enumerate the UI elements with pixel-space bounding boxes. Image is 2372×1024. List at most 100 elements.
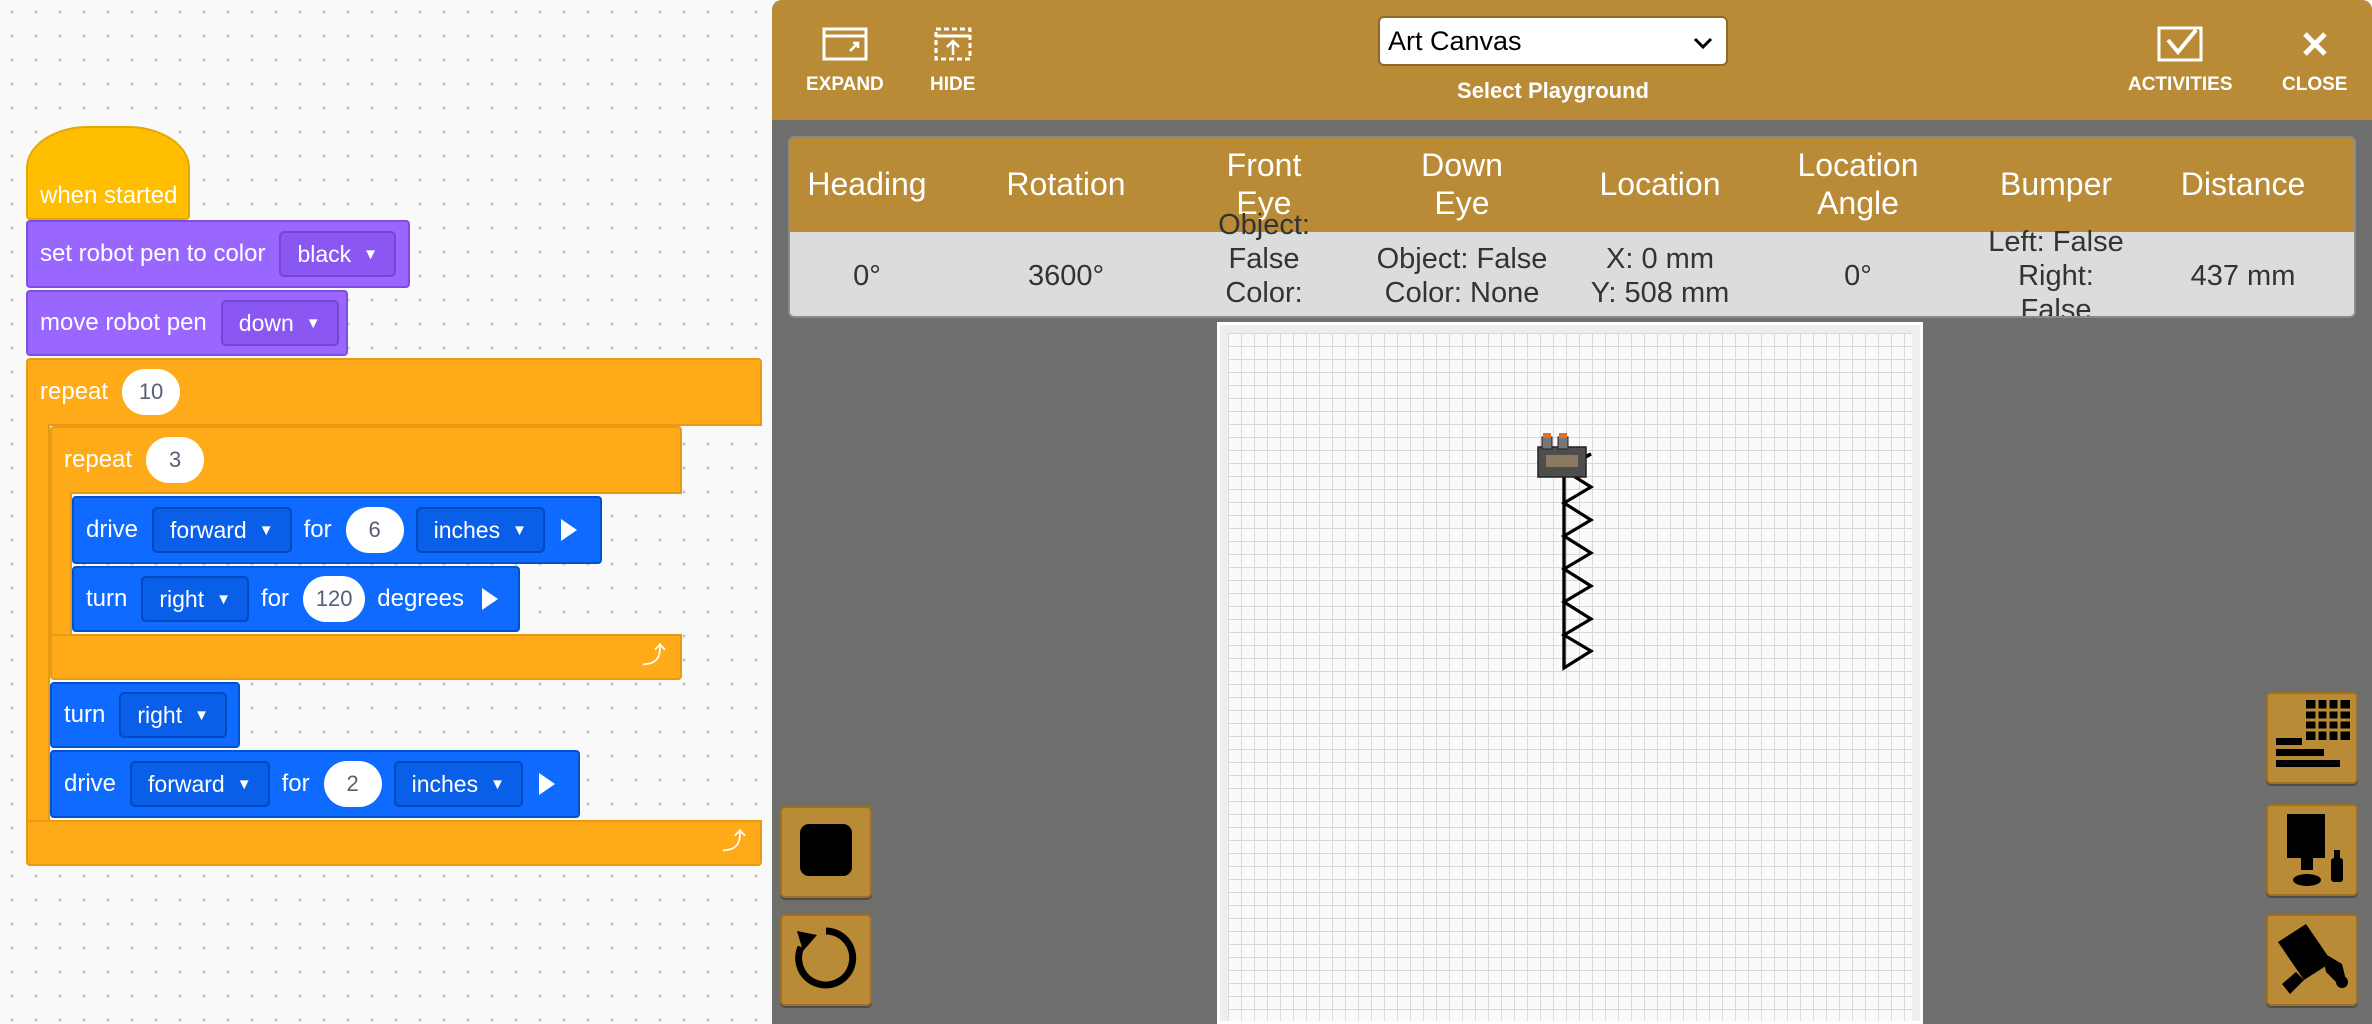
sensor-value-heading: 0° — [853, 259, 881, 292]
chevron-down-icon — [1692, 26, 1714, 57]
set-pen-color-label: set robot pen to color — [40, 240, 266, 267]
repeat-outer-block[interactable]: repeat 10 — [26, 358, 762, 426]
expand-button[interactable]: EXPAND — [806, 24, 884, 96]
turn-direction-dropdown[interactable]: right ▼ — [119, 692, 227, 738]
for-label: for — [260, 585, 289, 612]
chevron-down-icon: ▼ — [363, 245, 379, 263]
drive-amount-input[interactable]: 6 — [345, 507, 404, 553]
play-icon[interactable] — [560, 519, 577, 541]
playground-toolbar: EXPAND HIDE Art Canvas Select Playground… — [772, 0, 2372, 120]
activities-button[interactable]: ACTIVITIES — [2128, 24, 2233, 96]
camera-view-button[interactable] — [2266, 914, 2358, 1006]
reset-button[interactable] — [780, 914, 872, 1006]
repeat-inner-arm — [50, 492, 72, 636]
move-pen-block[interactable]: move robot pen down ▼ — [26, 290, 348, 356]
stop-icon — [798, 822, 854, 883]
chevron-down-icon: ▼ — [512, 521, 527, 539]
loop-arrow-icon: ⤴ — [722, 828, 746, 855]
repeat-outer-footer: ⤴ — [26, 820, 762, 866]
sensor-header-rotation: Rotation — [1006, 166, 1126, 203]
chevron-down-icon: ▼ — [236, 775, 252, 793]
pen-color-value: black — [297, 240, 352, 267]
drive-direction-value: forward — [170, 516, 247, 543]
sensor-header-location: Location — [1599, 166, 1721, 203]
turn-label: turn — [86, 585, 128, 612]
drive-direction-dropdown[interactable]: forward ▼ — [152, 507, 292, 553]
art-canvas[interactable] — [1217, 322, 1923, 1024]
turn-block-2[interactable]: turn right ▼ — [50, 682, 240, 748]
turn-amount-input[interactable]: 120 — [302, 576, 366, 622]
repeat-outer-arm — [26, 424, 50, 820]
robot-icon — [1537, 433, 1587, 478]
pen-direction-value: down — [238, 309, 294, 336]
drive-label: drive — [64, 770, 117, 797]
playground-select[interactable]: Art Canvas — [1378, 16, 1728, 66]
pen-direction-dropdown[interactable]: down ▼ — [220, 300, 339, 346]
table-icon — [2272, 696, 2352, 781]
blocks-workspace[interactable]: when started set robot pen to color blac… — [0, 0, 770, 1024]
close-label: CLOSE — [2282, 74, 2348, 95]
drive-block-1[interactable]: drive forward ▼ for 6 inches ▼ — [72, 496, 602, 564]
drive-unit-dropdown[interactable]: inches ▼ — [393, 761, 523, 807]
turn-unit-label: degrees — [377, 585, 464, 612]
repeat-inner-label: repeat — [64, 446, 133, 473]
activities-icon — [2156, 24, 2204, 64]
chevron-down-icon: ▼ — [258, 521, 274, 539]
drive-block-2[interactable]: drive forward ▼ for 2 inches ▼ — [50, 750, 580, 818]
drive-unit-value: inches — [433, 516, 501, 543]
drive-unit-dropdown[interactable]: inches ▼ — [415, 507, 545, 553]
sensor-value-front-eye: Object: False Color: None — [1218, 209, 1310, 316]
repeat-inner-block[interactable]: repeat 3 — [50, 426, 682, 494]
when-started-block[interactable]: when started — [26, 126, 190, 220]
turn-direction-value: right — [137, 701, 183, 728]
close-button[interactable]: CLOSE — [2282, 24, 2347, 96]
expand-icon — [822, 24, 868, 64]
sensor-header-bumper: Bumper — [1999, 166, 2113, 203]
drive-label: drive — [86, 516, 139, 543]
stop-button[interactable] — [780, 806, 872, 898]
playground-select-value: Art Canvas — [1388, 25, 1522, 56]
sensor-value-bumper: Left: False Right: False — [1988, 225, 2124, 318]
sensor-value-location-angle: 0° — [1844, 259, 1872, 292]
robot-view-button[interactable] — [2266, 804, 2358, 896]
play-icon[interactable] — [538, 773, 555, 795]
repeat-inner-count[interactable]: 3 — [146, 437, 205, 483]
sensor-header-heading: Heading — [807, 166, 927, 203]
select-playground-label: Select Playground — [1457, 78, 1649, 103]
move-pen-label: move robot pen — [40, 309, 207, 336]
turn-label: turn — [64, 701, 106, 728]
hide-label: HIDE — [930, 74, 976, 95]
sensor-header-location-angle: Location Angle — [1797, 147, 1919, 221]
turn-block-1[interactable]: turn right ▼ for 120 degrees — [72, 566, 520, 632]
drive-unit-value: inches — [411, 770, 479, 797]
data-table-button[interactable] — [2266, 692, 2358, 784]
chevron-down-icon: ▼ — [305, 314, 321, 332]
sensor-header-distance: Distance — [2180, 166, 2306, 203]
repeat-inner-footer: ⤴ — [50, 634, 682, 680]
set-pen-color-block[interactable]: set robot pen to color black ▼ — [26, 220, 410, 288]
sensor-dashboard: Heading Rotation Front Eye Down Eye Loca… — [788, 136, 2356, 318]
drive-direction-value: forward — [148, 770, 225, 797]
hide-icon — [933, 24, 973, 64]
turn-direction-dropdown[interactable]: right ▼ — [141, 576, 249, 622]
play-icon[interactable] — [482, 588, 498, 610]
loop-arrow-icon: ⤴ — [642, 642, 666, 669]
sensor-value-rotation: 3600° — [1027, 259, 1105, 292]
chevron-down-icon: ▼ — [490, 775, 505, 793]
repeat-outer-count[interactable]: 10 — [122, 369, 181, 415]
drive-direction-dropdown[interactable]: forward ▼ — [130, 761, 270, 807]
pen-drawing — [1537, 433, 1595, 671]
hide-button[interactable]: HIDE — [930, 24, 975, 96]
sensor-value-down-eye: Object: False Color: None — [1376, 242, 1548, 309]
pen-color-dropdown[interactable]: black ▼ — [279, 231, 397, 277]
for-label: for — [303, 516, 332, 543]
reset-icon — [791, 923, 861, 998]
sensor-header-down-eye: Down Eye — [1421, 147, 1503, 221]
sensor-header-row: Heading Rotation Front Eye Down Eye Loca… — [790, 138, 2354, 232]
expand-label: EXPAND — [806, 74, 884, 95]
turn-direction-value: right — [159, 585, 205, 612]
robot-icon — [2277, 808, 2347, 893]
drive-amount-input[interactable]: 2 — [323, 761, 382, 807]
when-started-label: when started — [40, 182, 178, 209]
sensor-value-distance: 437 mm — [2190, 259, 2296, 292]
